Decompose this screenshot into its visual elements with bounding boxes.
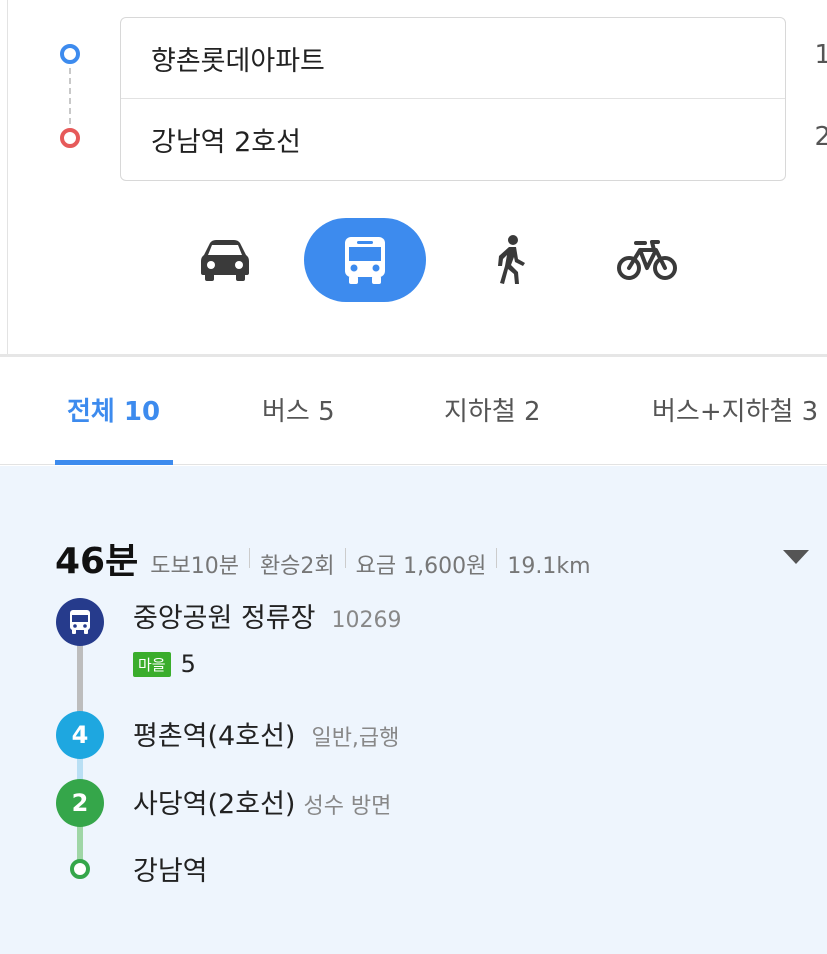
destination-dot-icon — [60, 128, 80, 148]
step-name: 중앙공원 정류장 — [133, 603, 316, 634]
step-name: 사당역(2호선) — [133, 789, 296, 820]
origin-value: 향촌롯데아파트 — [151, 45, 325, 77]
search-panel: 향촌롯데아파트 강남역 2호선 1 2 — [0, 0, 827, 356]
mode-walk-button[interactable] — [475, 218, 545, 302]
route-dots — [58, 44, 82, 154]
mode-bike-button[interactable] — [602, 218, 692, 302]
route-input-box: 향촌롯데아파트 강남역 2호선 — [120, 17, 786, 181]
step-sub: 성수 방면 — [303, 794, 392, 819]
origin-dot-icon — [60, 44, 80, 64]
tab-all[interactable]: 전체 10 — [67, 391, 160, 428]
tab-bus[interactable]: 버스 5 — [262, 391, 335, 428]
step-bus-stop: 중앙공원 정류장 10269 — [133, 596, 401, 635]
result-tabs: 전체 10 버스 5 지하철 2 버스+지하철 3 — [0, 357, 827, 465]
step-sub: 10269 — [331, 608, 402, 633]
origin-field[interactable]: 향촌롯데아파트 — [121, 18, 785, 99]
step-line4: 평촌역(4호선) 일반,급행 — [133, 714, 399, 753]
destination-field[interactable]: 강남역 2호선 — [121, 99, 785, 180]
bus-route-info: 마을 5 — [133, 650, 196, 678]
bus-stop-icon — [56, 598, 104, 646]
edge-char-1: 1 — [814, 40, 827, 70]
village-bus-badge: 마을 — [133, 651, 171, 677]
transport-modes — [0, 218, 827, 302]
car-icon — [201, 240, 249, 281]
destination-value: 강남역 2호선 — [151, 127, 301, 158]
mode-car-button[interactable] — [185, 218, 265, 302]
step-name: 강남역 — [133, 856, 208, 887]
walk-icon — [498, 235, 525, 284]
active-tab-indicator — [55, 460, 173, 465]
panel-border — [0, 0, 8, 356]
mode-bus-button[interactable] — [304, 218, 426, 302]
bike-icon — [617, 240, 677, 280]
line2-icon: 2 — [56, 779, 104, 827]
tab-subway[interactable]: 지하철 2 — [444, 391, 541, 428]
tab-bus-subway[interactable]: 버스+지하철 3 — [652, 391, 818, 428]
line4-icon: 4 — [56, 711, 104, 759]
step-name: 평촌역(4호선) — [133, 721, 296, 752]
route-timeline: 4 2 중앙공원 정류장 10269 마을 5 평촌역(4호선) 일반,급행 사… — [0, 466, 827, 954]
step-line2: 사당역(2호선) 성수 방면 — [133, 782, 391, 821]
end-dot-icon — [70, 859, 90, 879]
bus-icon — [345, 237, 385, 284]
edge-char-2: 2 — [814, 122, 827, 152]
route-result-card[interactable]: 46분 도보10분 환승2회 요금 1,600원 19.1km 4 2 중앙공원 — [0, 466, 827, 954]
route-dashes — [69, 68, 71, 124]
step-destination: 강남역 — [133, 849, 208, 888]
bus-number: 5 — [180, 650, 196, 678]
step-sub: 일반,급행 — [311, 726, 400, 751]
